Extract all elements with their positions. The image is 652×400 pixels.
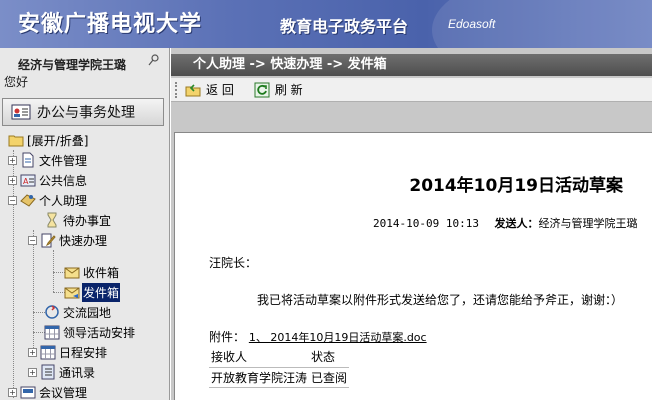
expand-icon[interactable]: + — [28, 367, 37, 377]
document-view: 2014年10月19日活动草案 2014-10-09 10:13 发送人：经济与… — [174, 132, 652, 400]
user-name: 经济与管理学院王璐 — [18, 58, 127, 72]
tree-item-personal-assistant[interactable]: − 个人助理 — [8, 190, 88, 210]
sender-name: 经济与管理学院王璐 — [538, 217, 638, 230]
recipient-status: 已查阅 — [309, 367, 350, 388]
edit-document-icon — [41, 233, 56, 248]
recipients-table: 接收人 状态 开放教育学院汪涛 已查阅 — [209, 347, 350, 388]
sender-label: 发送人： — [494, 217, 539, 230]
tree-item-leader-schedule[interactable]: 领导活动安排 — [44, 322, 136, 342]
table-header-row: 接收人 状态 — [209, 347, 350, 368]
address-book-icon — [41, 364, 55, 380]
refresh-button[interactable]: 刷 新 — [254, 81, 303, 98]
attachment-link[interactable]: 1、 2014年10月19日活动草案.doc — [249, 331, 427, 344]
document-meta: 2014-10-09 10:13 发送人：经济与管理学院王璐 — [373, 215, 637, 231]
salutation: 汪院长： — [209, 256, 258, 270]
header-status: 状态 — [309, 347, 350, 368]
calendar-grid-icon — [44, 325, 60, 340]
envelope-icon — [64, 267, 80, 279]
section-label: 办公与事务处理 — [37, 105, 135, 121]
header-banner: 安徽广播电视大学 教育电子政务平台 Edoasoft — [0, 0, 652, 48]
expand-icon[interactable]: + — [28, 347, 37, 357]
document-title: 2014年10月19日活动草案 — [409, 176, 623, 196]
tree-item-inbox[interactable]: 收件箱 — [64, 262, 120, 282]
tree-item-quick-office[interactable]: − 快速办理 — [28, 230, 108, 250]
attachment-row: 附件： 1、 2014年10月19日活动草案.doc — [209, 328, 427, 345]
office-section-button[interactable]: 办公与事务处理 — [2, 98, 164, 126]
user-card-icon — [11, 104, 31, 120]
calendar-icon — [40, 345, 56, 360]
send-datetime: 2014-10-09 10:13 — [373, 217, 479, 230]
assistant-icon — [20, 194, 36, 207]
tree-item-exchange[interactable]: 交流园地 — [44, 302, 112, 322]
university-title: 安徽广播电视大学 — [18, 11, 203, 37]
header-recipient: 接收人 — [209, 347, 310, 368]
expand-icon[interactable]: + — [8, 175, 17, 185]
table-row: 开放教育学院汪涛 已查阅 — [209, 367, 350, 388]
tree-item-contacts[interactable]: + 通讯录 — [28, 362, 96, 382]
info-board-icon: A — [20, 174, 36, 187]
svg-text:A: A — [23, 177, 29, 186]
breadcrumb: 个人助理 -> 快速办理 -> 发件箱 — [171, 54, 652, 76]
attachment-label: 附件： — [209, 330, 246, 344]
main-panel: 个人助理 -> 快速办理 -> 发件箱 返 回 刷 新 2014年10月19日活… — [171, 48, 652, 400]
send-envelope-icon — [64, 287, 80, 299]
user-info: 经济与管理学院王璐 您好 — [0, 50, 166, 90]
document-icon — [22, 152, 34, 168]
exchange-icon — [45, 305, 59, 319]
tree-item-meeting-mgmt[interactable]: + 会议管理 — [8, 382, 88, 400]
tree-item-outbox[interactable]: 发件箱 — [64, 282, 121, 302]
tree-item-public-info[interactable]: + A 公共信息 — [8, 170, 88, 190]
greeting: 您好 — [4, 75, 29, 89]
folder-icon — [8, 135, 24, 147]
pin-icon[interactable] — [148, 54, 160, 66]
tree-item-schedule[interactable]: + 日程安排 — [28, 342, 108, 362]
tree-item-file-mgmt[interactable]: + 文件管理 — [8, 150, 88, 170]
collapse-icon[interactable]: − — [8, 195, 17, 205]
tree-expand-collapse[interactable]: [展开/折叠] — [8, 130, 89, 150]
brand-logo: Edoasoft — [448, 17, 496, 31]
recipient-name: 开放教育学院汪涛 — [209, 367, 310, 388]
sidebar: 经济与管理学院王璐 您好 办公与事务处理 [展开/折叠] + 文件管理 + A … — [0, 48, 170, 400]
meeting-icon — [20, 386, 36, 399]
back-folder-icon — [185, 83, 201, 96]
tree-item-todo[interactable]: 待办事宜 — [44, 210, 112, 230]
platform-title: 教育电子政务平台 — [280, 17, 409, 36]
collapse-icon[interactable]: − — [28, 235, 37, 245]
message-body: 我已将活动草案以附件形式发送给您了，还请您能给予斧正，谢谢：） — [257, 293, 624, 307]
refresh-icon — [254, 82, 270, 97]
toolbar: 返 回 刷 新 — [171, 78, 652, 102]
expand-icon[interactable]: + — [8, 155, 17, 165]
expand-icon[interactable]: + — [8, 387, 17, 397]
back-button[interactable]: 返 回 — [185, 81, 234, 98]
hourglass-icon — [47, 212, 57, 228]
toolbar-grip — [175, 81, 179, 98]
